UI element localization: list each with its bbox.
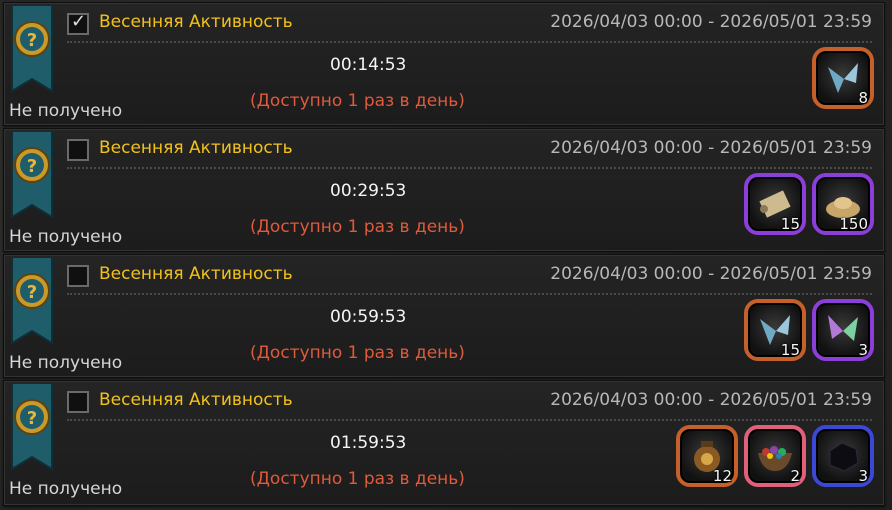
status-text: Не получено xyxy=(9,353,123,373)
event-checkbox[interactable] xyxy=(67,139,89,161)
reward-slot[interactable]: 3 xyxy=(812,425,874,487)
reward-slot[interactable]: 8 xyxy=(812,47,874,109)
event-title: Весенняя Активность xyxy=(99,138,293,158)
quest-banner-icon: ? xyxy=(8,257,56,347)
divider xyxy=(67,293,872,295)
event-checkbox[interactable] xyxy=(67,265,89,287)
reward-count: 150 xyxy=(839,215,868,233)
event-date-range: 2026/04/03 00:00 - 2026/05/01 23:59 xyxy=(550,12,872,32)
reward-list: 15 3 xyxy=(744,299,874,367)
event-title: Весенняя Активность xyxy=(99,390,293,410)
event-row: ? Не получено Весенняя Активность 2026/0… xyxy=(3,380,885,506)
event-timer: 01:59:53 xyxy=(330,433,407,453)
svg-text:?: ? xyxy=(27,282,37,303)
divider xyxy=(67,167,872,169)
reward-count: 8 xyxy=(858,89,868,107)
reward-slot[interactable]: 15 xyxy=(744,299,806,361)
checkmark-icon: ✓ xyxy=(71,11,87,32)
divider xyxy=(67,419,872,421)
quest-banner-icon: ? xyxy=(8,383,56,473)
availability-text: (Доступно 1 раз в день) xyxy=(250,469,465,489)
event-row: ? Не получено Весенняя Активность 2026/0… xyxy=(3,128,885,252)
reward-count: 12 xyxy=(712,467,732,485)
event-title: Весенняя Активность xyxy=(99,12,293,32)
reward-list: 12 2 3 xyxy=(676,425,874,493)
event-checkbox[interactable] xyxy=(67,391,89,413)
reward-count: 15 xyxy=(780,215,800,233)
reward-slot[interactable]: 3 xyxy=(812,299,874,361)
availability-text: (Доступно 1 раз в день) xyxy=(250,217,465,237)
reward-slot[interactable]: 15 xyxy=(744,173,806,235)
reward-slot[interactable]: 150 xyxy=(812,173,874,235)
divider xyxy=(67,41,872,43)
event-timer: 00:29:53 xyxy=(330,181,407,201)
event-row: ? Не получено Весенняя Активность 2026/0… xyxy=(3,254,885,378)
reward-list: 8 xyxy=(812,47,874,115)
reward-count: 3 xyxy=(858,467,868,485)
event-list: ? Не получено ✓ Весенняя Активность 2026… xyxy=(0,0,892,510)
reward-slot[interactable]: 2 xyxy=(744,425,806,487)
event-timer: 00:14:53 xyxy=(330,55,407,75)
reward-list: 15 150 xyxy=(744,173,874,241)
reward-count: 15 xyxy=(780,341,800,359)
status-text: Не получено xyxy=(9,479,123,499)
reward-slot[interactable]: 12 xyxy=(676,425,738,487)
quest-banner-icon: ? xyxy=(8,5,56,95)
event-timer: 00:59:53 xyxy=(330,307,407,327)
availability-text: (Доступно 1 раз в день) xyxy=(250,91,465,111)
event-date-range: 2026/04/03 00:00 - 2026/05/01 23:59 xyxy=(550,390,872,410)
event-title: Весенняя Активность xyxy=(99,264,293,284)
event-date-range: 2026/04/03 00:00 - 2026/05/01 23:59 xyxy=(550,138,872,158)
availability-text: (Доступно 1 раз в день) xyxy=(250,343,465,363)
status-text: Не получено xyxy=(9,101,123,121)
quest-banner-icon: ? xyxy=(8,131,56,221)
event-checkbox[interactable]: ✓ xyxy=(67,11,89,35)
status-text: Не получено xyxy=(9,227,123,247)
event-date-range: 2026/04/03 00:00 - 2026/05/01 23:59 xyxy=(550,264,872,284)
event-row: ? Не получено ✓ Весенняя Активность 2026… xyxy=(3,2,885,126)
reward-count: 3 xyxy=(858,341,868,359)
reward-count: 2 xyxy=(790,467,800,485)
svg-text:?: ? xyxy=(27,156,37,177)
svg-text:?: ? xyxy=(27,408,37,429)
svg-text:?: ? xyxy=(27,30,37,51)
